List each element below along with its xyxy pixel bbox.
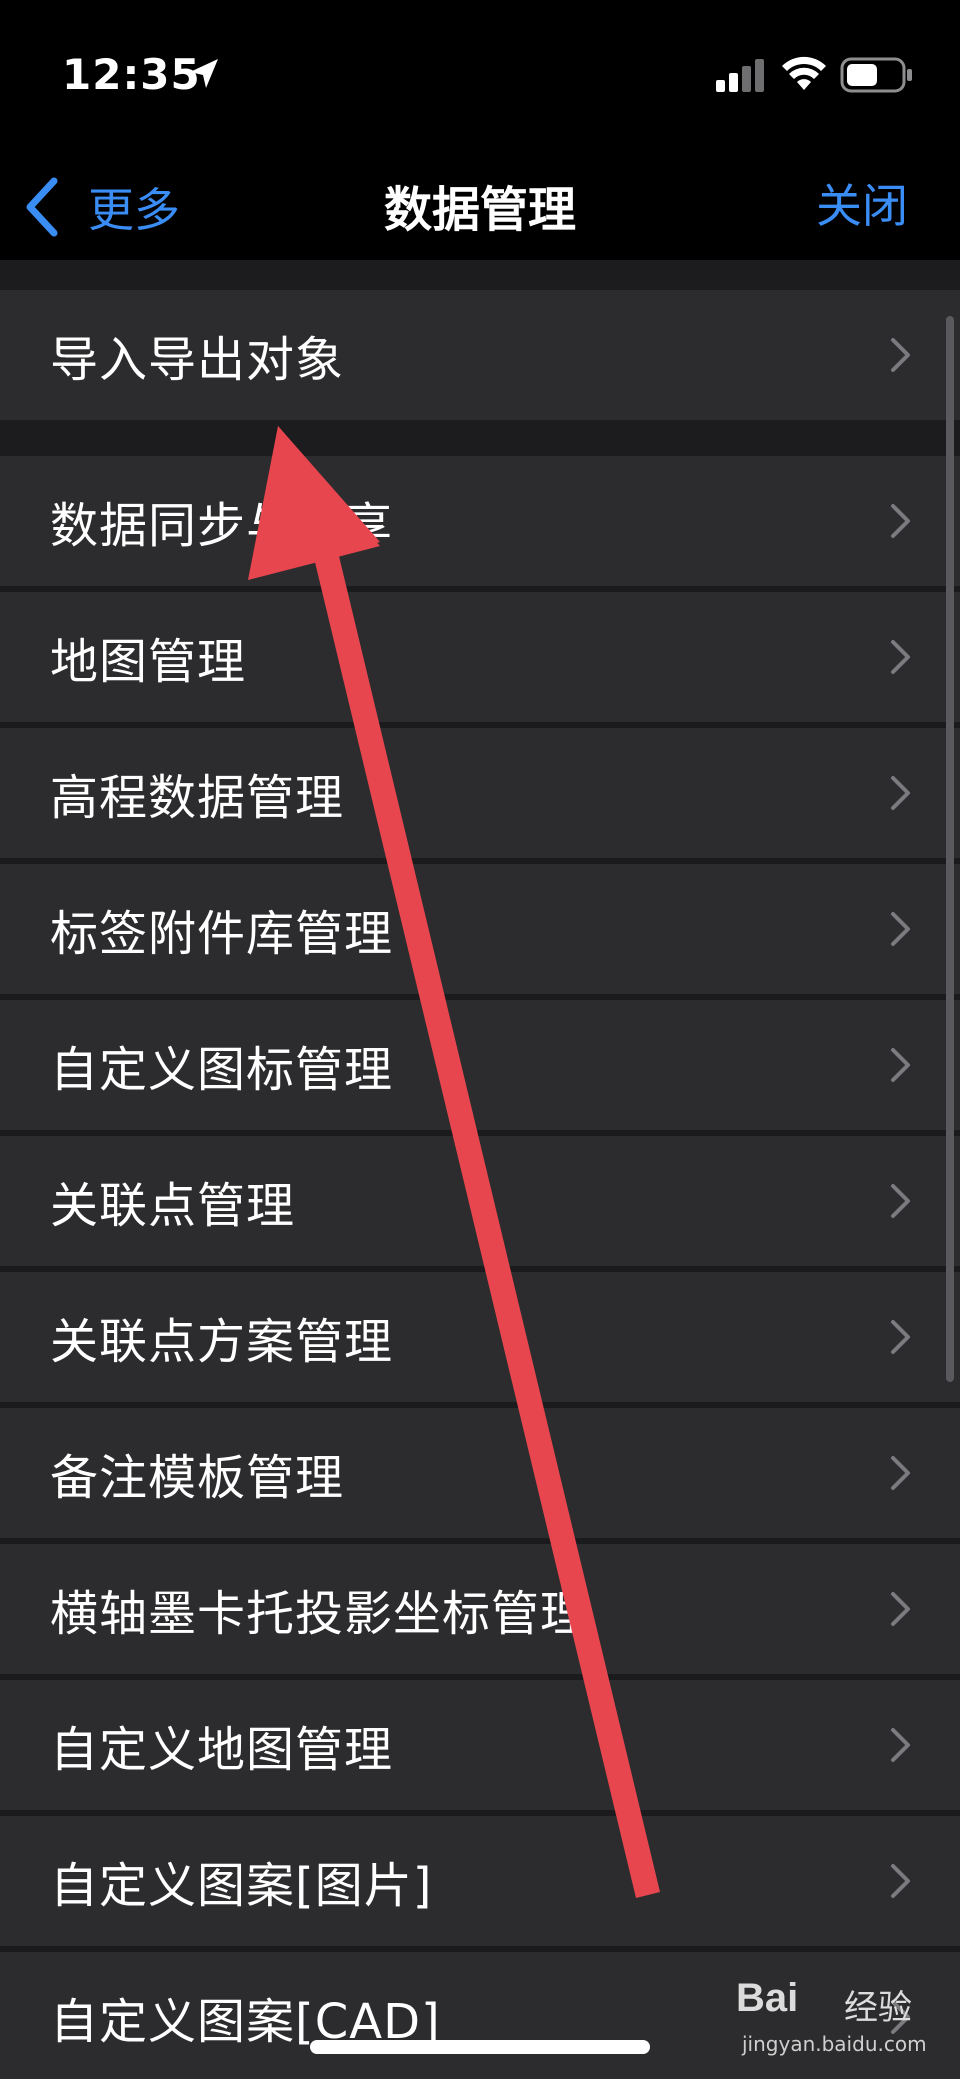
chevron-right-icon (891, 338, 910, 372)
list-item-label: 自定义图案[图片] (50, 1858, 433, 1914)
watermark-text: 经验 (844, 1988, 912, 2028)
chevron-right-icon (891, 504, 910, 538)
watermark-logo: Bai (736, 1976, 799, 2020)
scrollbar[interactable] (946, 316, 954, 1382)
chevron-right-icon (891, 912, 910, 946)
location-arrow-icon (190, 59, 218, 88)
list-item-label: 横轴墨卡托投影坐标管理 (50, 1586, 590, 1642)
list-item-custom-maps[interactable]: 自定义地图管理 (0, 1680, 960, 1810)
list-item-data-sync-share[interactable]: 数据同步与分享 (0, 456, 960, 586)
chevron-right-icon (891, 1320, 910, 1354)
screen: 12:35 更多 数据管理 关闭 导入导出对象 数据同步与分享 地图管理 高程数… (0, 0, 960, 2079)
status-bar: 12:35 (0, 0, 960, 150)
navigation-bar: 更多 数据管理 关闭 (0, 150, 960, 260)
home-indicator[interactable] (310, 2040, 650, 2054)
group-separator (0, 260, 960, 290)
list-item-import-export[interactable]: 导入导出对象 (0, 290, 960, 420)
group-separator (0, 420, 960, 456)
list-item-label: 关联点管理 (50, 1178, 296, 1234)
list-item-label: 关联点方案管理 (50, 1314, 394, 1370)
list-item-tag-attachment-library[interactable]: 标签附件库管理 (0, 864, 960, 994)
list-item-elevation-data[interactable]: 高程数据管理 (0, 728, 960, 858)
settings-list: 导入导出对象 数据同步与分享 地图管理 高程数据管理 标签附件库管理 自定义图标… (0, 260, 960, 2079)
list-item-label: 自定义地图管理 (50, 1722, 394, 1778)
chevron-right-icon (891, 1456, 910, 1490)
list-item-custom-pattern-image[interactable]: 自定义图案[图片] (0, 1816, 960, 1946)
chevron-right-icon (891, 1184, 910, 1218)
list-item-label: 地图管理 (50, 634, 247, 690)
list-item-custom-icons[interactable]: 自定义图标管理 (0, 1000, 960, 1130)
chevron-right-icon (891, 776, 910, 810)
list-item-note-templates[interactable]: 备注模板管理 (0, 1408, 960, 1538)
list-item-label: 自定义图标管理 (50, 1042, 394, 1098)
close-button[interactable]: 关闭 (816, 170, 908, 236)
list-item-map-management[interactable]: 地图管理 (0, 592, 960, 722)
list-item-label: 标签附件库管理 (50, 906, 394, 962)
list-item-label: 数据同步与分享 (50, 498, 394, 554)
chevron-right-icon (891, 640, 910, 674)
chevron-right-icon (891, 1592, 910, 1626)
chevron-right-icon (891, 1864, 910, 1898)
battery-icon (840, 57, 912, 93)
chevron-right-icon (891, 1048, 910, 1082)
list-item-label: 高程数据管理 (50, 770, 345, 826)
watermark: Bai 经验 jingyan.baidu.com (736, 1976, 946, 2066)
list-item-utm-coordinates[interactable]: 横轴墨卡托投影坐标管理 (0, 1544, 960, 1674)
wifi-icon (782, 56, 826, 90)
list-item-label: 导入导出对象 (50, 332, 345, 388)
list-item-associated-points[interactable]: 关联点管理 (0, 1136, 960, 1266)
status-time: 12:35 (62, 50, 201, 99)
cellular-signal-icon (716, 59, 764, 92)
list-item-label: 备注模板管理 (50, 1450, 345, 1506)
list-item-associated-point-schemes[interactable]: 关联点方案管理 (0, 1272, 960, 1402)
chevron-right-icon (891, 1728, 910, 1762)
watermark-url: jingyan.baidu.com (742, 2032, 927, 2056)
